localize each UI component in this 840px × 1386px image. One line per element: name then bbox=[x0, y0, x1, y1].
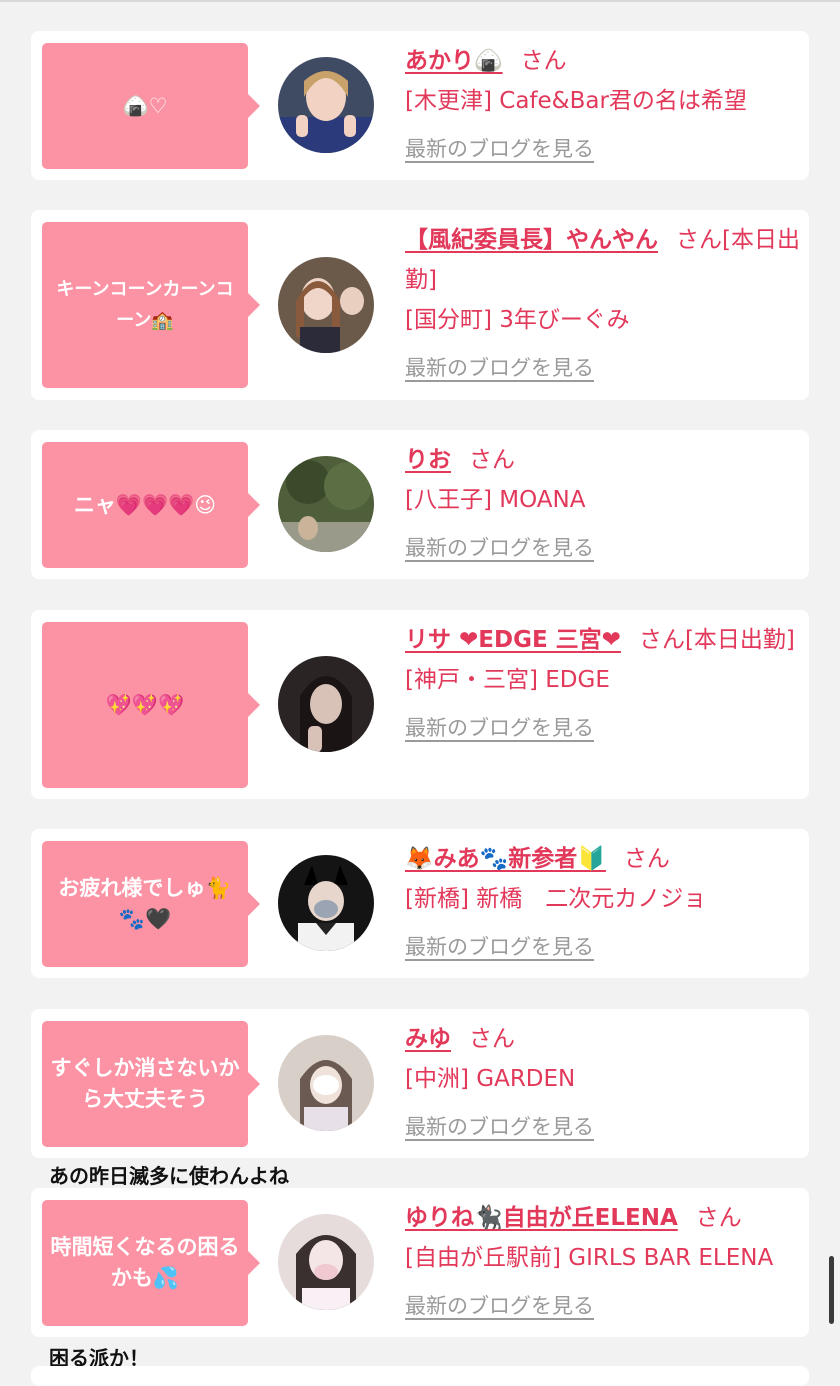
shop-info: [八王子] MOANA bbox=[405, 487, 586, 513]
scrollbar[interactable] bbox=[829, 1256, 834, 1324]
avatar[interactable] bbox=[278, 1035, 374, 1131]
latest-blog-link[interactable]: 最新のブログを見る bbox=[405, 1107, 594, 1147]
card-info: りお さん [八王子] MOANA 最新のブログを見る bbox=[405, 440, 805, 568]
latest-blog-link[interactable]: 最新のブログを見る bbox=[405, 129, 594, 169]
message-bubble[interactable]: お疲れ様でしゅ🐈🐾🖤 bbox=[42, 841, 260, 967]
honorific: さん bbox=[469, 1026, 515, 1052]
name-link[interactable]: 🦊みあ🐾新参者🔰 bbox=[405, 846, 606, 872]
blog-card bbox=[31, 1366, 809, 1386]
honorific: さん bbox=[623, 846, 670, 872]
avatar[interactable] bbox=[278, 57, 374, 153]
avatar-photo bbox=[278, 257, 374, 353]
message-bubble[interactable]: すぐしか消さないから大丈夫そう bbox=[42, 1021, 260, 1147]
card-info: ゆりね🐈‍⬛自由が丘ELENA さん [自由が丘駅前] GIRLS BAR ELE… bbox=[405, 1198, 805, 1326]
name-link[interactable]: リサ ❤EDGE 三宮❤ bbox=[405, 627, 621, 653]
card-info: 【風紀委員長】やんやん さん[本日出勤] [国分町] 3年びーぐみ 最新のブログを… bbox=[405, 220, 805, 388]
honorific: さん bbox=[469, 447, 515, 473]
avatar[interactable] bbox=[278, 656, 374, 752]
name-link[interactable]: 【風紀委員長】やんやん bbox=[405, 227, 658, 253]
avatar[interactable] bbox=[278, 1214, 374, 1310]
blog-card: キーンコーンカーンコーン🏫 【風紀委員長】やんやん さん[本日出勤] [国分町] … bbox=[31, 210, 809, 400]
name-link[interactable]: みゆ bbox=[405, 1026, 451, 1052]
blog-feed: 🍙♡ あかり🍙 さん [木更津] Cafe&Bar君の名は希望 最新のブログを見る… bbox=[0, 0, 840, 1386]
latest-blog-link[interactable]: 最新のブログを見る bbox=[405, 708, 594, 748]
bubble-text: ニャ💗💗💗😉 bbox=[73, 492, 217, 517]
avatar-photo bbox=[278, 855, 374, 951]
avatar[interactable] bbox=[278, 257, 374, 353]
name-link[interactable]: あかり🍙 bbox=[405, 48, 503, 74]
blog-card: 💖💖💖 リサ ❤EDGE 三宮❤ さん[本日出勤] [神戸・三宮] EDGE 最新… bbox=[31, 610, 809, 799]
card-info: あかり🍙 さん [木更津] Cafe&Bar君の名は希望 最新のブログを見る bbox=[405, 41, 805, 169]
message-bubble[interactable]: 💖💖💖 bbox=[42, 622, 260, 788]
latest-blog-link[interactable]: 最新のブログを見る bbox=[405, 1286, 594, 1326]
honorific: さん[本日出勤] bbox=[638, 627, 795, 653]
avatar-photo bbox=[278, 656, 374, 752]
latest-blog-link[interactable]: 最新のブログを見る bbox=[405, 927, 594, 967]
bubble-text: 🍙♡ bbox=[122, 93, 168, 118]
blog-card: すぐしか消さないから大丈夫そう みゆ さん [中洲] GARDEN 最新のブログを… bbox=[31, 1009, 809, 1158]
blog-card: 🍙♡ あかり🍙 さん [木更津] Cafe&Bar君の名は希望 最新のブログを見る bbox=[31, 31, 809, 180]
bubble-text: すぐしか消さないから大丈夫そう bbox=[50, 1056, 240, 1111]
blog-card: 時間短くなるの困るかも💦 ゆりね🐈‍⬛自由が丘ELENA さん [自由が丘駅前] … bbox=[31, 1188, 809, 1337]
honorific: さん bbox=[520, 48, 567, 74]
avatar-photo bbox=[278, 57, 374, 153]
bubble-text: 時間短くなるの困るかも💦 bbox=[50, 1235, 240, 1290]
message-bubble[interactable]: ニャ💗💗💗😉 bbox=[42, 442, 260, 568]
name-link[interactable]: りお bbox=[405, 447, 451, 473]
shop-info: [中洲] GARDEN bbox=[405, 1066, 576, 1092]
message-bubble[interactable]: キーンコーンカーンコーン🏫 bbox=[42, 222, 260, 388]
comment-text: あの昨日滅多に使わんよね bbox=[49, 1164, 289, 1188]
honorific: さん bbox=[695, 1205, 742, 1231]
bubble-text: キーンコーンカーンコーン🏫 bbox=[56, 279, 234, 331]
blog-card: お疲れ様でしゅ🐈🐾🖤 🦊みあ🐾新参者🔰 さん [新橋] 新橋 二次元カノジョ 最新… bbox=[31, 829, 809, 978]
blog-card: ニャ💗💗💗😉 りお さん [八王子] MOANA 最新のブログを見る bbox=[31, 430, 809, 579]
card-info: 🦊みあ🐾新参者🔰 さん [新橋] 新橋 二次元カノジョ 最新のブログを見る bbox=[405, 839, 805, 967]
avatar-photo bbox=[278, 456, 374, 552]
avatar-photo bbox=[278, 1214, 374, 1310]
message-bubble[interactable]: 時間短くなるの困るかも💦 bbox=[42, 1200, 260, 1326]
card-info: みゆ さん [中洲] GARDEN 最新のブログを見る bbox=[405, 1019, 805, 1147]
latest-blog-link[interactable]: 最新のブログを見る bbox=[405, 348, 594, 388]
bubble-text: 💖💖💖 bbox=[105, 692, 185, 717]
shop-info: [神戸・三宮] EDGE bbox=[405, 667, 610, 693]
avatar[interactable] bbox=[278, 855, 374, 951]
shop-info: [国分町] 3年びーぐみ bbox=[405, 307, 630, 333]
bubble-text: お疲れ様でしゅ🐈🐾🖤 bbox=[58, 876, 232, 931]
shop-info: [新橋] 新橋 二次元カノジョ bbox=[405, 886, 707, 912]
card-info: リサ ❤EDGE 三宮❤ さん[本日出勤] [神戸・三宮] EDGE 最新のブログ… bbox=[405, 620, 805, 748]
shop-info: [木更津] Cafe&Bar君の名は希望 bbox=[405, 88, 747, 114]
name-link[interactable]: ゆりね🐈‍⬛自由が丘ELENA bbox=[405, 1205, 678, 1231]
message-bubble[interactable]: 🍙♡ bbox=[42, 43, 260, 169]
latest-blog-link[interactable]: 最新のブログを見る bbox=[405, 528, 594, 568]
avatar[interactable] bbox=[278, 456, 374, 552]
avatar-photo bbox=[278, 1035, 374, 1131]
shop-info: [自由が丘駅前] GIRLS BAR ELENA bbox=[405, 1245, 774, 1271]
